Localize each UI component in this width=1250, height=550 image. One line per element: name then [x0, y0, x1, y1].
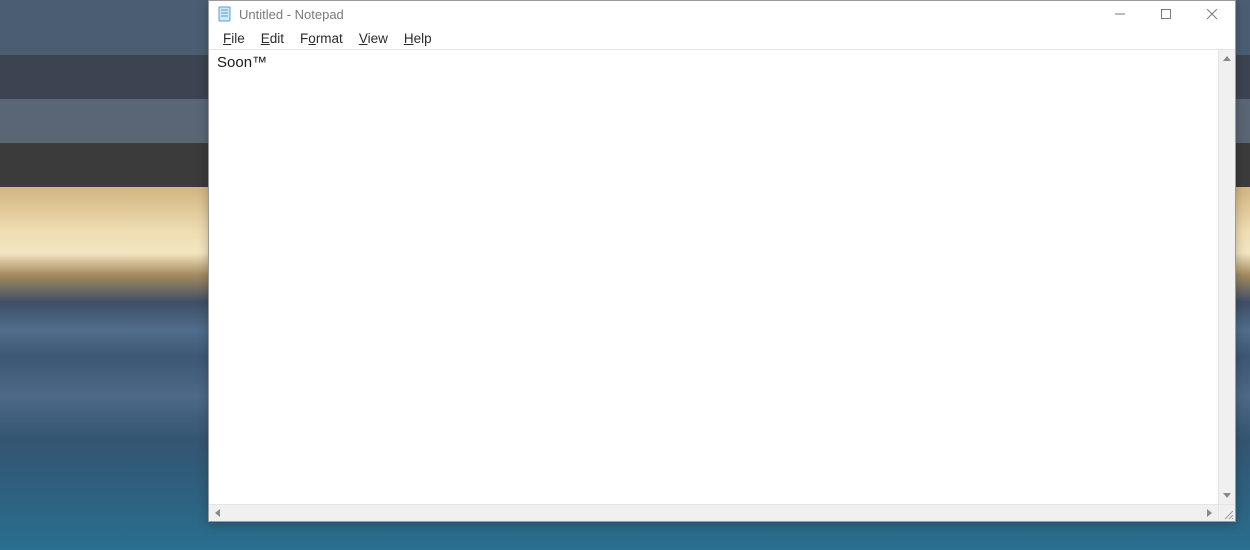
client-area: Soon™	[209, 50, 1235, 521]
scroll-right-button[interactable]	[1201, 505, 1218, 522]
horizontal-scrollbar[interactable]	[209, 504, 1218, 521]
maximize-button[interactable]	[1143, 1, 1189, 27]
notepad-app-icon	[217, 6, 233, 22]
vertical-scrollbar[interactable]	[1218, 50, 1235, 504]
menu-view[interactable]: View	[351, 29, 396, 48]
menu-format[interactable]: Format	[292, 29, 351, 48]
resize-grip-icon	[1222, 508, 1234, 520]
menu-edit-accel: E	[261, 31, 270, 46]
chevron-down-icon	[1223, 493, 1231, 498]
resize-grip[interactable]	[1218, 504, 1235, 521]
menu-format-accel: o	[308, 31, 316, 46]
chevron-up-icon	[1223, 56, 1231, 61]
chevron-left-icon	[215, 509, 220, 517]
minimize-button[interactable]	[1097, 1, 1143, 27]
scroll-up-button[interactable]	[1219, 50, 1236, 67]
text-editor[interactable]: Soon™	[209, 50, 1218, 504]
window-controls	[1097, 1, 1235, 27]
menu-help-accel: H	[404, 31, 414, 46]
titlebar[interactable]: Untitled - Notepad	[209, 1, 1235, 27]
scroll-left-button[interactable]	[209, 505, 226, 522]
menubar: FileEditFormatViewHelp	[209, 27, 1235, 50]
chevron-right-icon	[1207, 509, 1212, 517]
notepad-window: Untitled - Notepad FileEditFormatViewHel…	[208, 0, 1236, 522]
menu-file-accel: F	[223, 31, 231, 46]
menu-view-accel: V	[359, 31, 368, 46]
close-button[interactable]	[1189, 1, 1235, 27]
menu-help[interactable]: Help	[396, 29, 440, 48]
menu-edit[interactable]: Edit	[253, 29, 292, 48]
window-title: Untitled - Notepad	[239, 7, 344, 22]
scroll-down-button[interactable]	[1219, 487, 1236, 504]
menu-file[interactable]: File	[215, 29, 253, 48]
